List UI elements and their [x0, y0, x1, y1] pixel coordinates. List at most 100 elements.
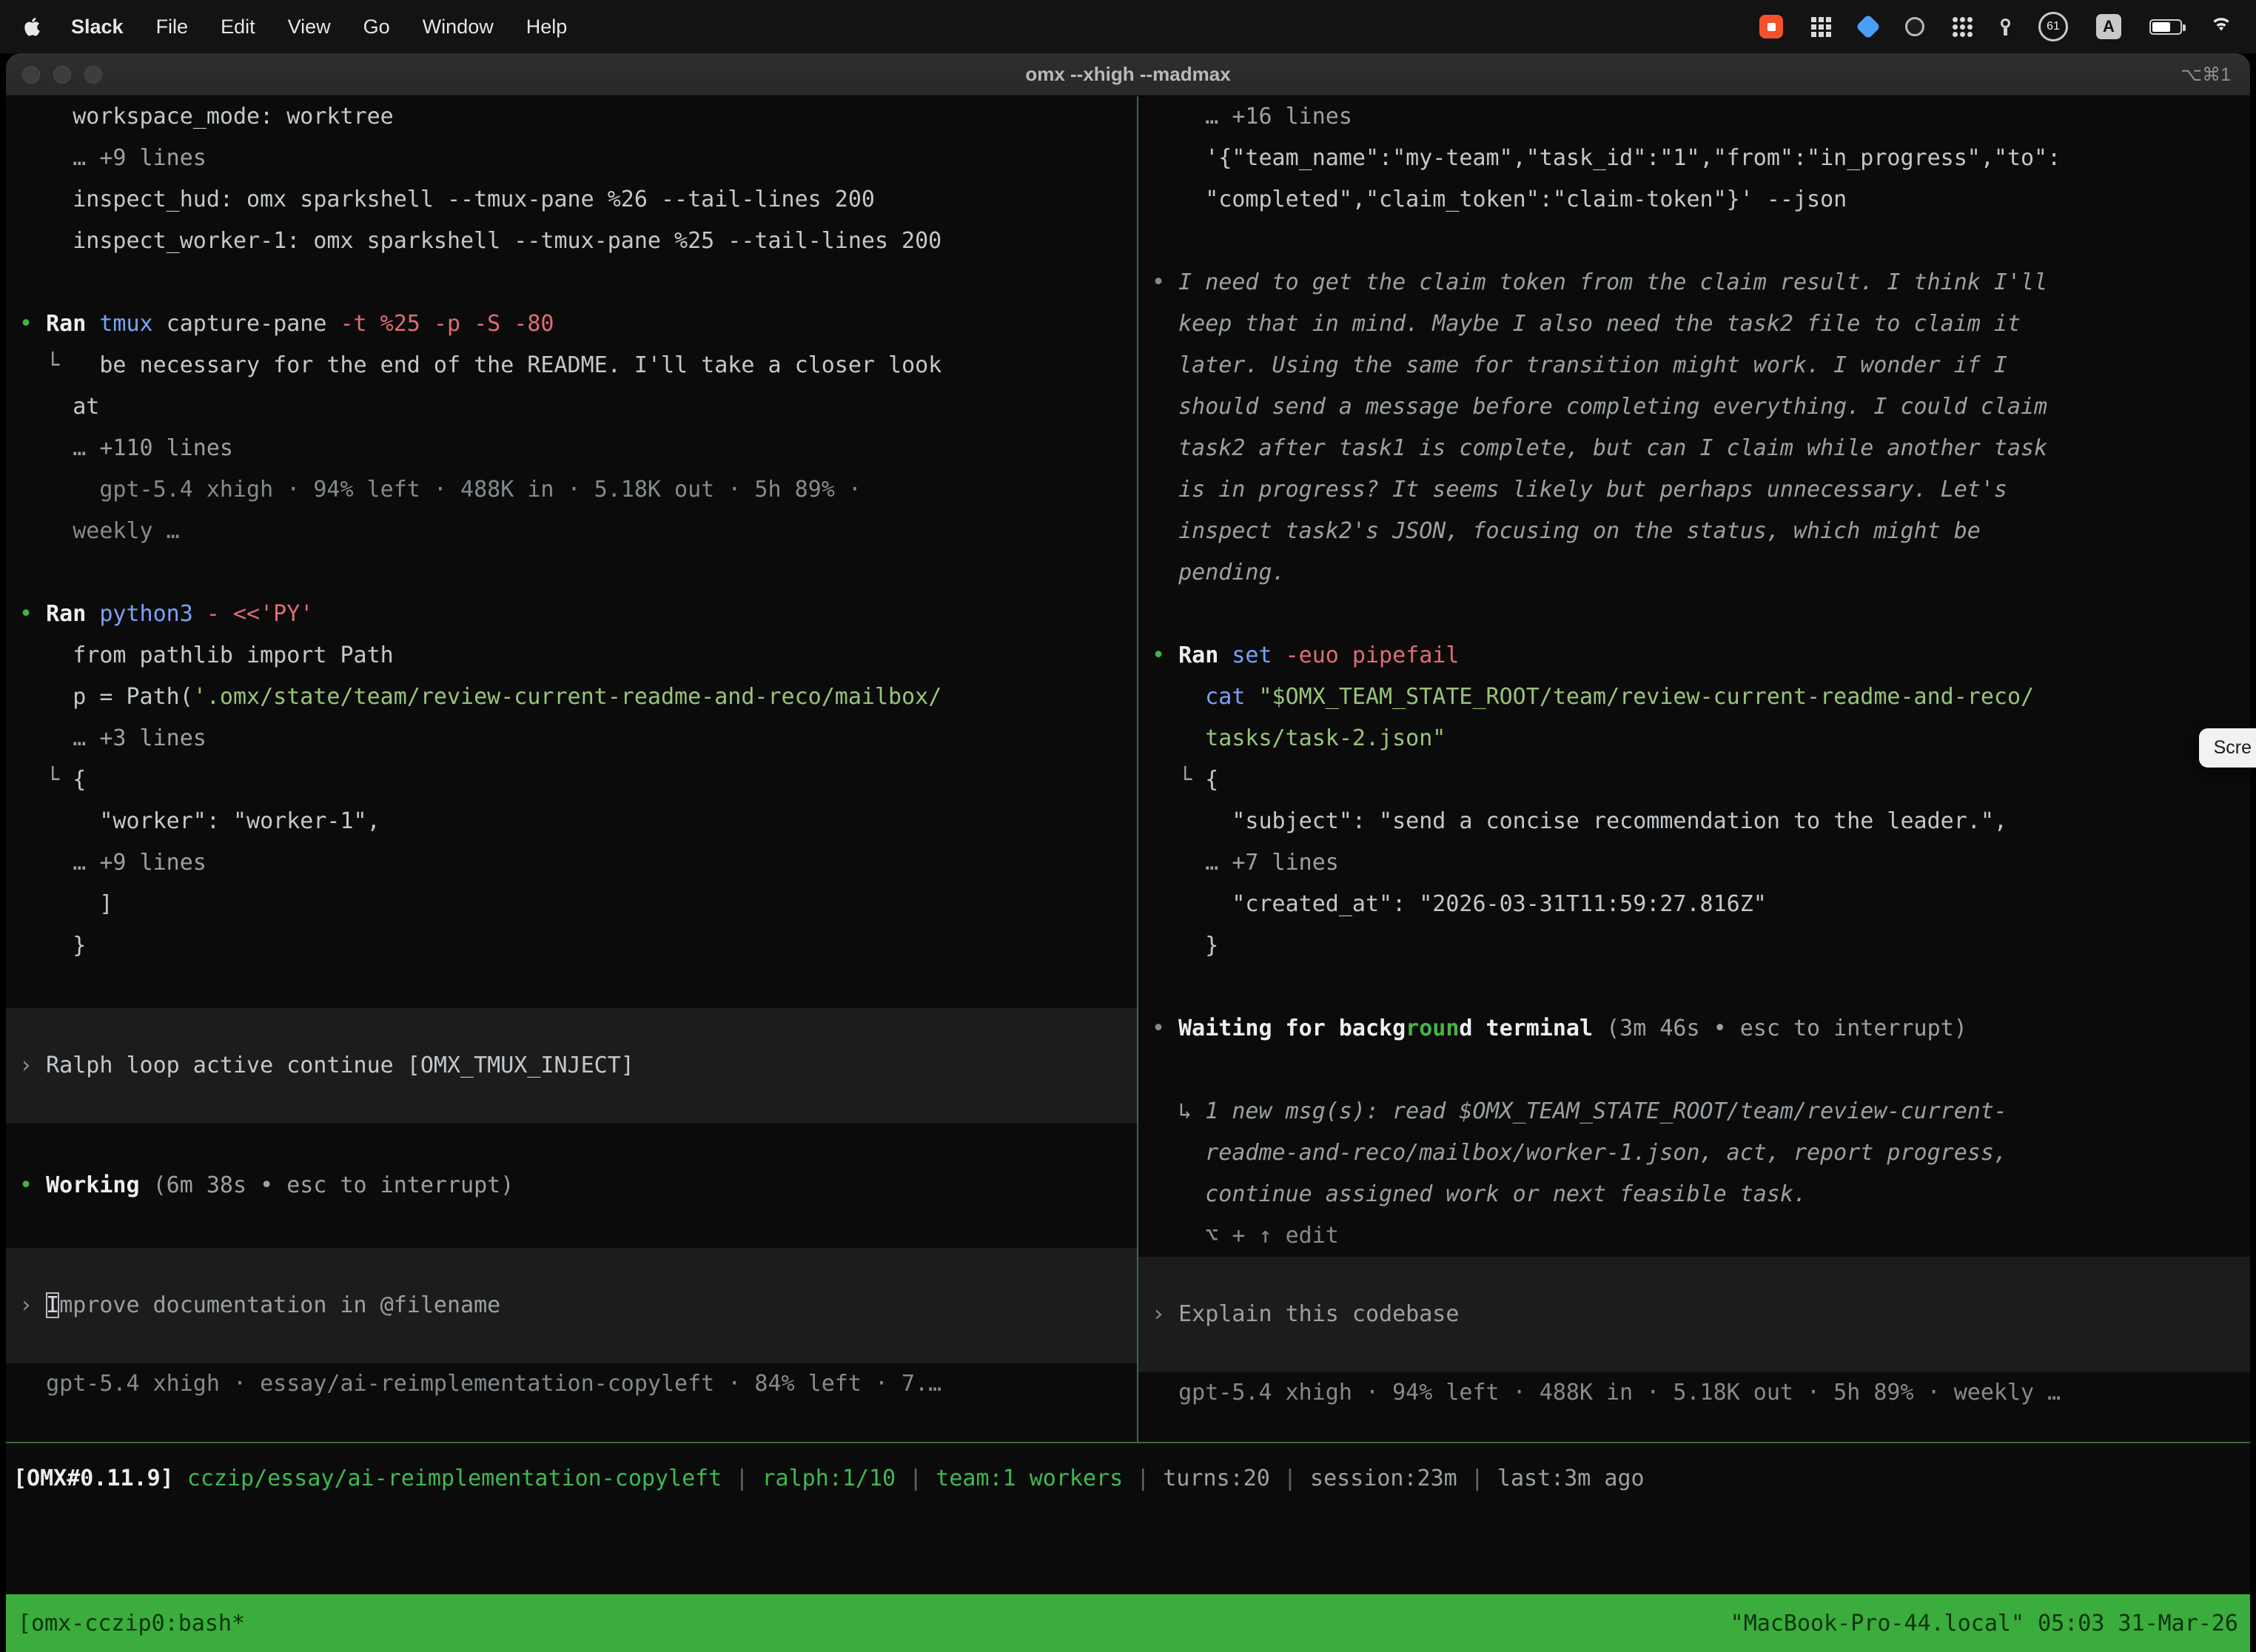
text-segment: python3 [99, 601, 207, 627]
terminal-line: keep that in mind. Maybe I also need the… [1138, 303, 2250, 345]
text-segment: › [1152, 1301, 1178, 1327]
close-button[interactable] [22, 66, 40, 84]
terminal-line: gpt-5.4 xhigh · essay/ai-reimplementatio… [6, 1363, 1137, 1405]
window-shortcut-hint: ⌥⌘1 [2181, 64, 2250, 86]
apple-icon[interactable] [19, 17, 55, 36]
left-pane[interactable]: workspace_mode: worktree … +9 lines insp… [6, 96, 1137, 1442]
text-segment: "$OMX_TEAM_STATE_ROOT/team/review-curren… [1259, 684, 2035, 710]
input-box[interactable]: › Improve documentation in @filename [6, 1248, 1137, 1363]
terminal-line: ↳ 1 new msg(s): read $OMX_TEAM_STATE_ROO… [1138, 1091, 2250, 1132]
text-segment: capture-pane [167, 311, 340, 337]
text-segment: inspect task2's JSON, focusing on the st… [1152, 518, 1981, 544]
keyhole-icon[interactable] [2001, 19, 2010, 36]
terminal-line: later. Using the same for transition mig… [1138, 345, 2250, 386]
text-segment: └ [19, 767, 73, 793]
text-segment: roun [1406, 1015, 1459, 1041]
text-segment: should send a message before completing … [1152, 394, 2047, 420]
wifi-icon[interactable] [2210, 16, 2232, 38]
text-segment: "created_at": "2026-03-31T11:59:27.816Z" [1152, 891, 1767, 917]
input-box[interactable]: › Explain this codebase [1138, 1257, 2250, 1372]
input-source-icon[interactable]: A [2096, 14, 2121, 39]
menu-help[interactable]: Help [510, 16, 584, 38]
blank-line [6, 967, 1137, 1008]
input-box[interactable]: › Ralph loop active continue [OMX_TMUX_I… [6, 1008, 1137, 1124]
text-segment: I [46, 1292, 59, 1318]
text-segment: | [1270, 1465, 1310, 1491]
input-line[interactable]: › Explain this codebase [1138, 1294, 2250, 1335]
apps-grid-icon[interactable] [1953, 17, 1973, 37]
text-segment: • [1152, 269, 1178, 295]
text-segment: • [19, 311, 46, 337]
sphere-icon[interactable] [1905, 17, 1924, 36]
text-segment: mprove documentation in @filename [59, 1292, 500, 1318]
menu-app-name[interactable]: Slack [55, 16, 140, 38]
terminal-line: workspace_mode: worktree [6, 96, 1137, 138]
terminal-line: inspect_hud: omx sparkshell --tmux-pane … [6, 179, 1137, 221]
terminal-line: inspect task2's JSON, focusing on the st… [1138, 511, 2250, 552]
text-segment: … +9 lines [19, 145, 207, 171]
text-segment: › [19, 1052, 46, 1078]
menu-bar: Slack File Edit View Go Window Help 61 A [0, 0, 2256, 53]
text-segment: -euo pipefail [1286, 642, 1460, 668]
blank-line [1138, 594, 2250, 635]
terminal-line: └ { [6, 759, 1137, 801]
input-line[interactable]: › Improve documentation in @filename [6, 1285, 1137, 1326]
text-segment: gpt-5.4 xhigh · essay/ai-reimplementatio… [19, 1371, 941, 1397]
screenshot-tooltip[interactable]: Scre [2199, 728, 2256, 768]
tmux-status-bar: [omx-cczip0:bash* "MacBook-Pro-44.local"… [6, 1594, 2250, 1652]
window-title-bar[interactable]: omx --xhigh --madmax ⌥⌘1 [6, 53, 2250, 96]
right-pane[interactable]: … +16 lines '{"team_name":"my-team","tas… [1138, 96, 2250, 1442]
text-segment: └ [1152, 767, 1205, 793]
menu-file[interactable]: File [140, 16, 205, 38]
text-segment: - <<'PY' [207, 601, 314, 627]
terminal-window: omx --xhigh --madmax ⌥⌘1 workspace_mode:… [6, 53, 2250, 1652]
terminal-line: should send a message before completing … [1138, 386, 2250, 428]
zoom-button[interactable] [84, 66, 102, 84]
menu-window[interactable]: Window [406, 16, 510, 38]
menu-edit[interactable]: Edit [204, 16, 272, 38]
text-segment: I need to get the claim token from the c… [1178, 269, 2047, 295]
terminal-line: "created_at": "2026-03-31T11:59:27.816Z" [1138, 884, 2250, 925]
text-segment: continue assigned work or next feasible … [1152, 1181, 1807, 1207]
text-segment: Ran [46, 601, 99, 627]
text-segment: ] [19, 891, 113, 917]
keyboard-grid-icon[interactable] [1811, 17, 1831, 37]
text-segment: gpt-5.4 xhigh · 94% left · 488K in · 5.1… [19, 477, 862, 503]
terminal-line: … +110 lines [6, 428, 1137, 469]
terminal-line: └ { [1138, 759, 2250, 801]
terminal-line: tasks/task-2.json" [1138, 718, 2250, 759]
menu-view[interactable]: View [272, 16, 347, 38]
text-segment: gpt-5.4 xhigh · 94% left · 488K in · 5.1… [1152, 1380, 2061, 1406]
text-segment: cczip/essay/ai-reimplementation-copyleft [187, 1465, 722, 1491]
text-segment: '{"team_name":"my-team","task_id":"1","f… [1152, 145, 2061, 171]
terminal-line: at [6, 386, 1137, 428]
text-segment: | [722, 1465, 762, 1491]
text-segment: "worker": "worker-1", [19, 808, 380, 834]
minimize-button[interactable] [53, 66, 71, 84]
text-segment: p = Path( [19, 684, 193, 710]
text-segment: tmux [99, 311, 166, 337]
screen-recording-stop-icon[interactable] [1759, 15, 1783, 38]
terminal-line: • Ran tmux capture-pane -t %25 -p -S -80 [6, 303, 1137, 345]
text-segment: readme-and-reco/mailbox/worker-1.json, a… [1152, 1140, 2007, 1166]
text-segment: is in progress? It seems likely but perh… [1152, 477, 2007, 503]
window-title: omx --xhigh --madmax [6, 63, 2250, 86]
input-line[interactable]: › Ralph loop active continue [OMX_TMUX_I… [6, 1045, 1137, 1087]
omx-status-line: [OMX#0.11.9] cczip/essay/ai-reimplementa… [6, 1457, 2250, 1501]
terminal-line: … +9 lines [6, 842, 1137, 884]
terminal-line: … +7 lines [1138, 842, 2250, 884]
battery-ring-icon[interactable]: 61 [2038, 12, 2068, 41]
text-segment: … +110 lines [19, 435, 233, 461]
text-segment: d terminal [1459, 1015, 1606, 1041]
text-segment: keep that in mind. Maybe I also need the… [1152, 311, 2021, 337]
tmux-session-label: [omx-cczip0:bash* [18, 1611, 245, 1636]
text-segment: later. Using the same for transition mig… [1152, 352, 2007, 378]
text-segment: from pathlib import Path [19, 642, 394, 668]
blank-line [6, 552, 1137, 594]
text-segment: turns:20 [1163, 1465, 1270, 1491]
battery-icon[interactable] [2149, 19, 2182, 35]
terminal-line: "completed","claim_token":"claim-token"}… [1138, 179, 2250, 221]
menu-go[interactable]: Go [347, 16, 406, 38]
raycast-icon[interactable] [1856, 14, 1881, 39]
text-segment: • [1152, 642, 1178, 668]
